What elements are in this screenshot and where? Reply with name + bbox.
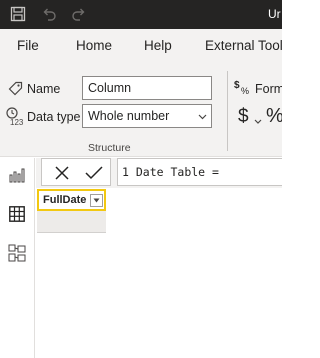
svg-text:123: 123	[10, 118, 24, 126]
name-label: Name	[27, 82, 61, 96]
undo-icon[interactable]	[39, 5, 59, 23]
title-bar: Ur	[0, 0, 282, 29]
percent-format-button[interactable]: %	[266, 105, 282, 128]
data-type-select[interactable]: Whole number	[82, 104, 212, 128]
tag-icon	[7, 80, 23, 96]
menu-bar: File Home Help External Tool	[0, 29, 282, 63]
name-input-value: Column	[88, 81, 132, 95]
structure-group-label: Structure	[88, 142, 131, 154]
menu-home[interactable]: Home	[76, 38, 112, 53]
view-nav	[0, 158, 35, 358]
menu-file[interactable]: File	[17, 38, 39, 53]
format-icon: $%	[234, 78, 252, 96]
window-title: Ur	[268, 7, 281, 21]
redo-icon[interactable]	[69, 5, 89, 23]
chevron-down-icon	[198, 109, 207, 123]
svg-text:$: $	[234, 80, 240, 91]
formula-input[interactable]: 1 Date Table =	[117, 158, 282, 186]
data-type-icon: 123	[5, 106, 25, 126]
column-header-label: FullDate	[43, 194, 87, 206]
table-row	[37, 211, 106, 233]
format-label: Form	[255, 82, 282, 96]
power-bi-window: Ur File Home Help External Tool Name Col…	[0, 0, 282, 358]
data-type-label: Data type	[27, 110, 81, 124]
menu-help[interactable]: Help	[144, 38, 172, 53]
ribbon-divider	[227, 71, 228, 151]
column-header-fulldate[interactable]: FullDate	[37, 189, 106, 211]
currency-format-button[interactable]: $	[238, 106, 249, 128]
menu-external-tools[interactable]: External Tool	[205, 38, 282, 53]
formula-text: Date Table =	[135, 165, 219, 179]
svg-text:%: %	[241, 86, 249, 96]
column-filter-dropdown-icon[interactable]	[90, 194, 103, 207]
report-view-icon[interactable]	[6, 164, 28, 186]
commit-formula-icon[interactable]	[83, 162, 105, 184]
currency-chevron-icon[interactable]	[254, 112, 262, 130]
data-view-icon[interactable]	[6, 203, 28, 225]
cancel-formula-icon[interactable]	[51, 162, 73, 184]
data-type-value: Whole number	[88, 109, 170, 123]
formula-line-number: 1	[122, 165, 129, 179]
name-input[interactable]: Column	[82, 76, 212, 100]
save-icon[interactable]	[8, 5, 28, 23]
model-view-icon[interactable]	[6, 242, 28, 264]
ribbon: Name Column 123 Data type Whole number S…	[0, 63, 282, 157]
